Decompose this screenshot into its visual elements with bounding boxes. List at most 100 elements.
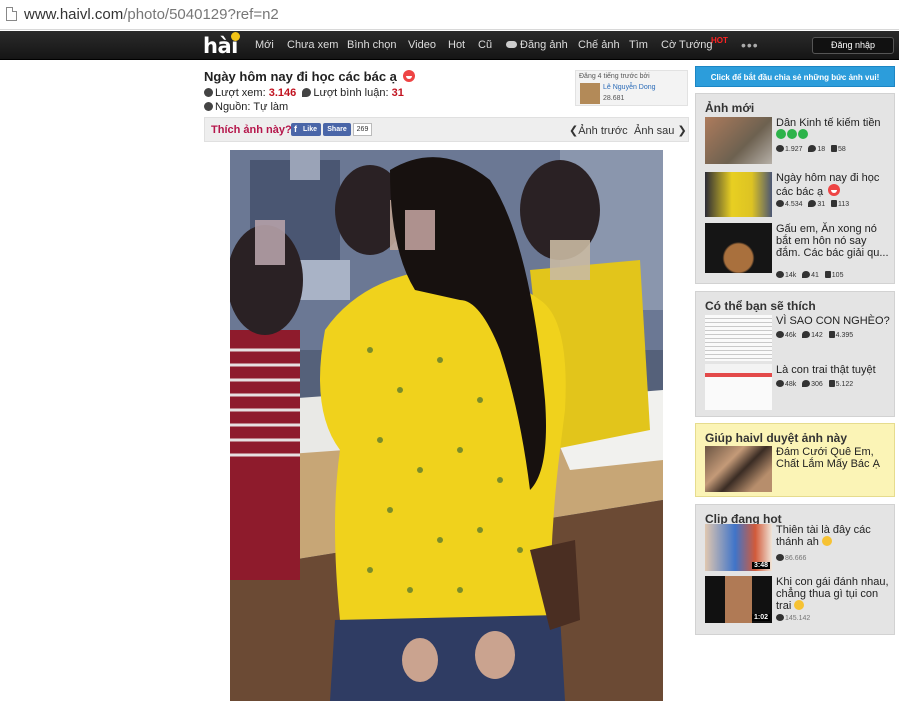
list-item[interactable]: Đám Cưới Quê Em, Chất Lắm Mấy Bác Ạ: [705, 446, 890, 492]
main-photo[interactable]: [230, 150, 663, 701]
chevron-left-icon: ❮: [569, 125, 579, 137]
comment-icon: [802, 331, 811, 338]
thumbnail[interactable]: [705, 364, 772, 410]
nav-item-vote[interactable]: Bình chọn: [347, 39, 397, 51]
comment-icon: [302, 88, 312, 97]
list-item[interactable]: 3:48 Thiên tài là đây các thánh ah 86.66…: [705, 524, 890, 571]
item-meta: 48k 306 5.122: [776, 380, 853, 388]
classroom-photo: [230, 150, 663, 701]
page-icon: [6, 7, 17, 21]
uploader-name[interactable]: Lê Nguyễn Dong: [603, 84, 656, 91]
source-icon: [204, 102, 213, 111]
prev-photo-link[interactable]: ❮Ảnh trước: [569, 124, 628, 137]
cloud-upload-icon: [506, 41, 517, 48]
video-duration: 1:02: [751, 614, 770, 621]
eye-icon: [776, 271, 784, 278]
like-icon: [831, 145, 838, 152]
panel-title: Giúp haivl duyệt ảnh này: [705, 431, 848, 445]
item-title[interactable]: VÌ SAO CON NGHÈO?: [776, 315, 890, 327]
like-icon: [828, 380, 835, 387]
eye-icon: [776, 380, 784, 387]
eye-icon: [204, 88, 213, 97]
item-views: 86.666: [776, 554, 806, 562]
hot-clips-panel: Clip đang hot 3:48 Thiên tài là đây các …: [695, 504, 895, 635]
item-title[interactable]: Gấu em, Ăn xong nó bắt em hôn nó say đắm…: [776, 223, 890, 259]
list-item[interactable]: Gấu em, Ăn xong nó bắt em hôn nó say đắm…: [705, 223, 890, 279]
eye-icon: [776, 554, 784, 561]
smile-emoji-icon: [794, 600, 805, 610]
thumbnail[interactable]: [705, 117, 772, 164]
item-meta: 4.534 31 113: [776, 200, 849, 208]
nav-item-search[interactable]: Tìm: [629, 39, 648, 51]
share-cta-button[interactable]: Click để bắt đầu chia sẻ những bức ảnh v…: [695, 66, 895, 87]
nav-item-upload[interactable]: Đăng ảnh: [506, 39, 568, 51]
comment-icon: [808, 200, 817, 207]
item-meta: 14k 41 105: [776, 271, 843, 279]
suggestions-panel: Có thể bạn sẽ thích VÌ SAO CON NGHÈO? 46…: [695, 291, 895, 417]
item-title[interactable]: Đám Cưới Quê Em, Chất Lắm Mấy Bác Ạ: [776, 446, 890, 470]
video-thumbnail[interactable]: 1:02: [705, 576, 772, 623]
list-item[interactable]: 1:02 Khi con gái đánh nhau, chẳng thua g…: [705, 576, 890, 623]
comment-count: 31: [391, 87, 404, 99]
thumbnail[interactable]: [705, 223, 772, 273]
site-logo[interactable]: hài: [203, 32, 240, 58]
video-duration: 3:48: [751, 562, 770, 569]
item-title[interactable]: Thiên tài là đây các thánh ah: [776, 524, 890, 548]
browser-address-bar[interactable]: www.haivl.com/photo/5040129?ref=n2: [0, 0, 899, 30]
grin-emoji-icon: [402, 70, 415, 82]
comment-icon: [802, 271, 811, 278]
like-bar: Thích ảnh này? Like Share 269 ❮Ảnh trước…: [204, 117, 689, 142]
list-item[interactable]: Ngày hôm nay đi học các bác ạ 4.534 31 1…: [705, 172, 890, 217]
eye-icon: [776, 200, 784, 207]
nav-item-video[interactable]: Video: [408, 39, 436, 51]
comment-icon: [808, 145, 817, 152]
eye-icon: [776, 614, 784, 621]
new-photos-panel: Ảnh mới Dân Kinh tế kiếm tiền 1.927 18 5…: [695, 93, 895, 284]
facebook-like-button[interactable]: Like: [291, 123, 321, 136]
more-menu-button[interactable]: •••: [741, 38, 759, 52]
item-title[interactable]: Dân Kinh tế kiếm tiền: [776, 117, 890, 141]
nav-item-chess[interactable]: Cờ Tướng: [661, 39, 713, 51]
post-title: Ngày hôm nay đi học các bác ạ: [204, 69, 415, 84]
panel-title: Có thể bạn sẽ thích: [705, 299, 816, 313]
url-text[interactable]: www.haivl.com/photo/5040129?ref=n2: [24, 6, 279, 23]
avatar[interactable]: [580, 83, 600, 104]
like-icon: [824, 271, 831, 278]
post-source: Nguồn: Tự làm: [204, 101, 288, 113]
thumbnail[interactable]: [705, 172, 772, 217]
uploader-card: Đăng 4 tiếng trước bởi Lê Nguyễn Dong 28…: [575, 70, 688, 106]
money-emoji-icon: [776, 129, 786, 139]
share-count: 269: [353, 123, 372, 136]
nav-item-new[interactable]: Mới: [255, 39, 274, 51]
hot-badge: HOT: [711, 36, 728, 45]
comment-icon: [802, 380, 811, 387]
nav-item-create[interactable]: Chế ảnh: [578, 39, 620, 51]
list-item[interactable]: Dân Kinh tế kiếm tiền 1.927 18 58: [705, 117, 890, 164]
like-icon: [828, 331, 835, 338]
eye-icon: [776, 145, 784, 152]
item-title[interactable]: Khi con gái đánh nhau, chẳng thua gì tụi…: [776, 576, 890, 612]
panel-title: Ảnh mới: [705, 101, 755, 115]
post-stats: Lượt xem: 3.146 Lượt bình luận: 31: [204, 87, 404, 99]
laugh-emoji-icon: [821, 536, 832, 546]
item-meta: 1.927 18 58: [776, 145, 846, 153]
item-meta: 46k 142 4.395: [776, 331, 853, 339]
chevron-right-icon: ❯: [677, 125, 687, 137]
uploader-points: 28.681: [603, 95, 625, 102]
item-title[interactable]: Là con trai thật tuyệt: [776, 364, 890, 376]
nav-item-hot[interactable]: Hot: [448, 39, 465, 51]
list-item[interactable]: VÌ SAO CON NGHÈO? 46k 142 4.395: [705, 315, 890, 361]
video-thumbnail[interactable]: 3:48: [705, 524, 772, 571]
item-title[interactable]: Ngày hôm nay đi học các bác ạ: [776, 172, 890, 198]
nav-item-unseen[interactable]: Chưa xem: [287, 39, 338, 51]
like-prompt: Thích ảnh này?: [211, 124, 292, 136]
thumbnail[interactable]: [705, 446, 772, 492]
login-button[interactable]: Đăng nhập: [812, 37, 894, 54]
thumbnail[interactable]: [705, 315, 772, 361]
item-views: 145.142: [776, 614, 810, 622]
facebook-share-button[interactable]: Share: [323, 123, 351, 136]
eye-icon: [776, 331, 784, 338]
next-photo-link[interactable]: Ảnh sau ❯: [634, 124, 687, 137]
nav-item-old[interactable]: Cũ: [478, 39, 492, 51]
list-item[interactable]: Là con trai thật tuyệt 48k 306 5.122: [705, 364, 890, 410]
